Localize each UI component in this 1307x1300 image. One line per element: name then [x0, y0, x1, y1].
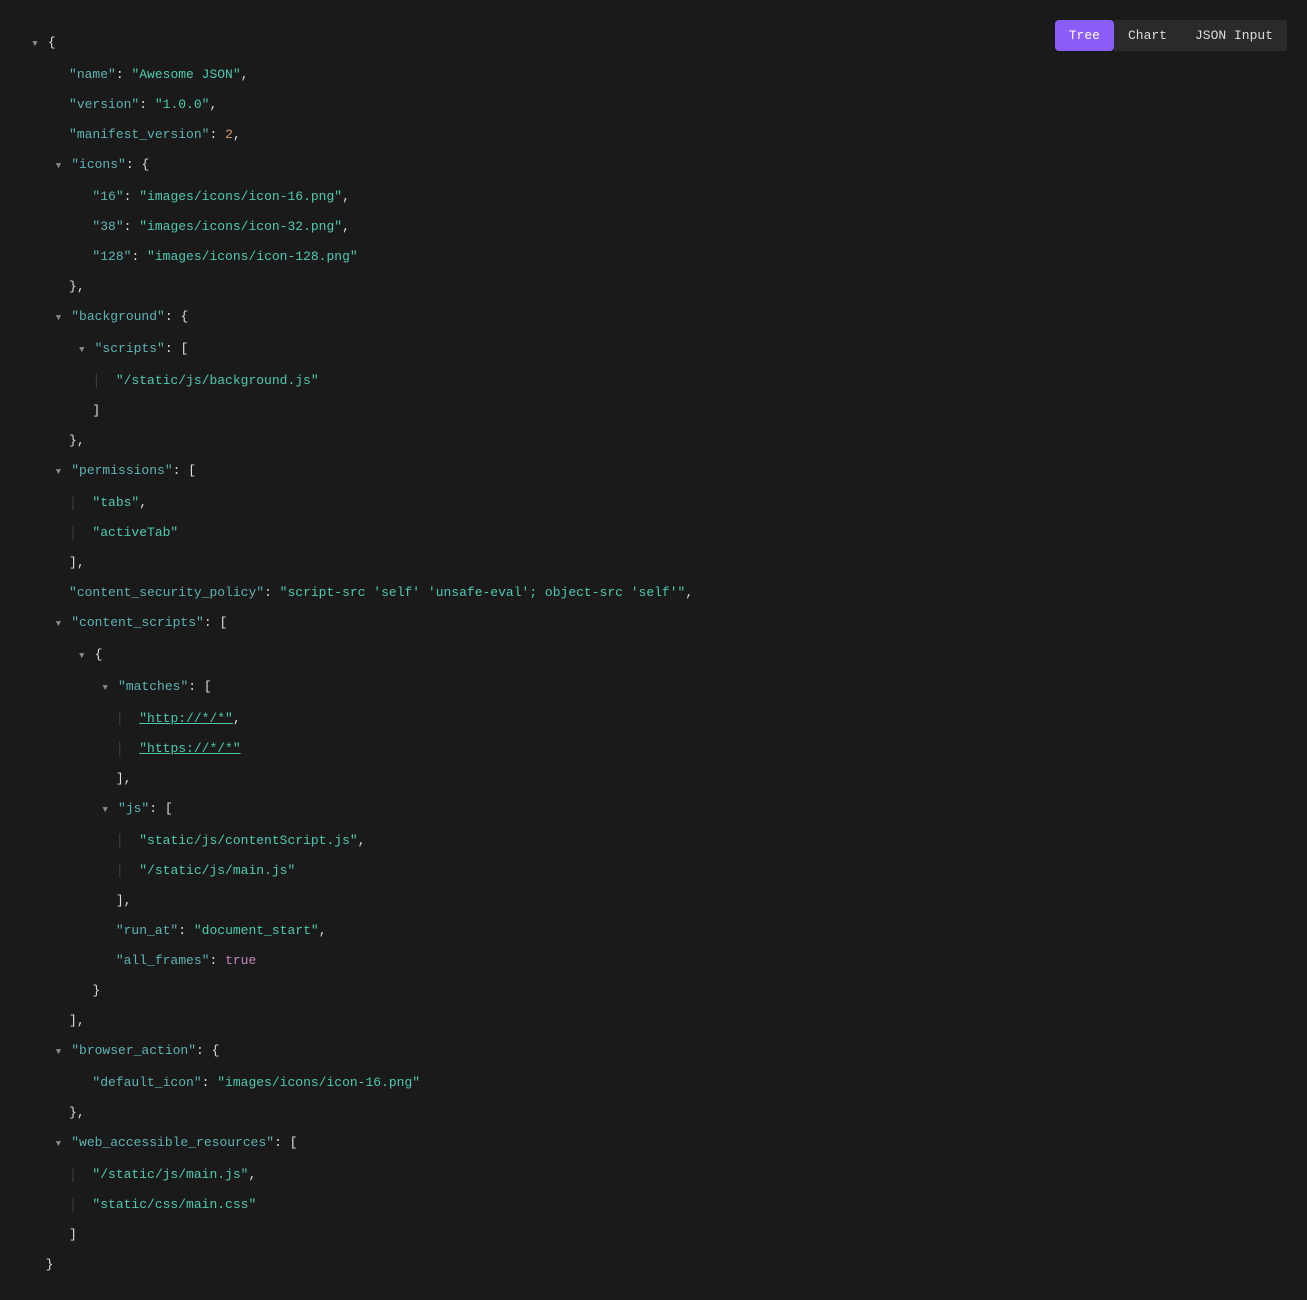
- json-key: "background": [71, 309, 165, 324]
- json-link[interactable]: "http://*/*": [139, 711, 233, 726]
- json-string: "images/icons/icon-16.png": [139, 189, 342, 204]
- json-key: "128": [92, 249, 131, 264]
- json-key: "name": [69, 67, 116, 82]
- json-key: "matches": [118, 679, 188, 694]
- json-key: "version": [69, 97, 139, 112]
- bracket-close: ]: [69, 1013, 77, 1028]
- json-key: "default_icon": [92, 1075, 201, 1090]
- caret-icon[interactable]: ▼: [77, 649, 87, 664]
- tab-chart[interactable]: Chart: [1114, 20, 1181, 51]
- json-key: "scripts": [95, 341, 165, 356]
- bracket-close: ]: [69, 1227, 77, 1242]
- json-string: "/static/js/background.js": [116, 373, 319, 388]
- json-key: "16": [92, 189, 123, 204]
- json-key: "content_security_policy": [69, 585, 264, 600]
- caret-icon[interactable]: ▼: [53, 617, 63, 632]
- json-key: "manifest_version": [69, 127, 209, 142]
- json-string: "images/icons/icon-16.png": [217, 1075, 420, 1090]
- caret-icon[interactable]: ▼: [100, 681, 110, 696]
- json-string: "/static/js/main.js": [139, 863, 295, 878]
- caret-icon[interactable]: ▼: [77, 343, 87, 358]
- json-string: "images/icons/icon-128.png": [147, 249, 358, 264]
- bracket-close: ]: [92, 403, 100, 418]
- json-key: "all_frames": [116, 953, 210, 968]
- caret-icon[interactable]: ▼: [53, 159, 63, 174]
- view-tabs: Tree Chart JSON Input: [1055, 20, 1287, 51]
- json-string: "1.0.0": [155, 97, 210, 112]
- json-key: "content_scripts": [71, 615, 204, 630]
- json-key: "js": [118, 801, 149, 816]
- json-string: "document_start": [194, 923, 319, 938]
- json-string: "/static/js/main.js": [92, 1167, 248, 1182]
- brace-close: }: [46, 1257, 54, 1272]
- json-key: "38": [92, 219, 123, 234]
- caret-icon[interactable]: ▼: [53, 311, 63, 326]
- brace-close: }: [92, 983, 100, 998]
- bracket-close: ]: [69, 555, 77, 570]
- caret-icon[interactable]: ▼: [53, 1045, 63, 1060]
- caret-icon[interactable]: ▼: [53, 465, 63, 480]
- json-string: "tabs": [92, 495, 139, 510]
- bracket-close: ]: [116, 893, 124, 908]
- json-link[interactable]: "https://*/*": [139, 741, 240, 756]
- json-key: "permissions": [71, 463, 172, 478]
- caret-icon[interactable]: ▼: [30, 37, 40, 52]
- json-string: "static/css/main.css": [92, 1197, 256, 1212]
- json-string: "images/icons/icon-32.png": [139, 219, 342, 234]
- json-boolean: true: [225, 953, 256, 968]
- caret-icon[interactable]: ▼: [100, 803, 110, 818]
- tab-json-input[interactable]: JSON Input: [1181, 20, 1287, 51]
- json-key: "browser_action": [71, 1043, 196, 1058]
- json-tree: ▼ { "name": "Awesome JSON", "version": "…: [0, 0, 1307, 1300]
- json-string: "activeTab": [92, 525, 178, 540]
- json-string: "Awesome JSON": [131, 67, 240, 82]
- json-key: "icons": [71, 157, 126, 172]
- json-string: "static/js/contentScript.js": [139, 833, 357, 848]
- caret-icon[interactable]: ▼: [53, 1137, 63, 1152]
- brace-close: }: [69, 279, 77, 294]
- brace-open: {: [95, 647, 103, 662]
- json-number: 2: [225, 127, 233, 142]
- bracket-close: ]: [116, 771, 124, 786]
- json-key: "web_accessible_resources": [71, 1135, 274, 1150]
- json-key: "run_at": [116, 923, 178, 938]
- tab-tree[interactable]: Tree: [1055, 20, 1114, 51]
- brace-close: }: [69, 1105, 77, 1120]
- brace-close: }: [69, 433, 77, 448]
- json-string: "script-src 'self' 'unsafe-eval'; object…: [280, 585, 686, 600]
- brace-open: {: [48, 35, 56, 50]
